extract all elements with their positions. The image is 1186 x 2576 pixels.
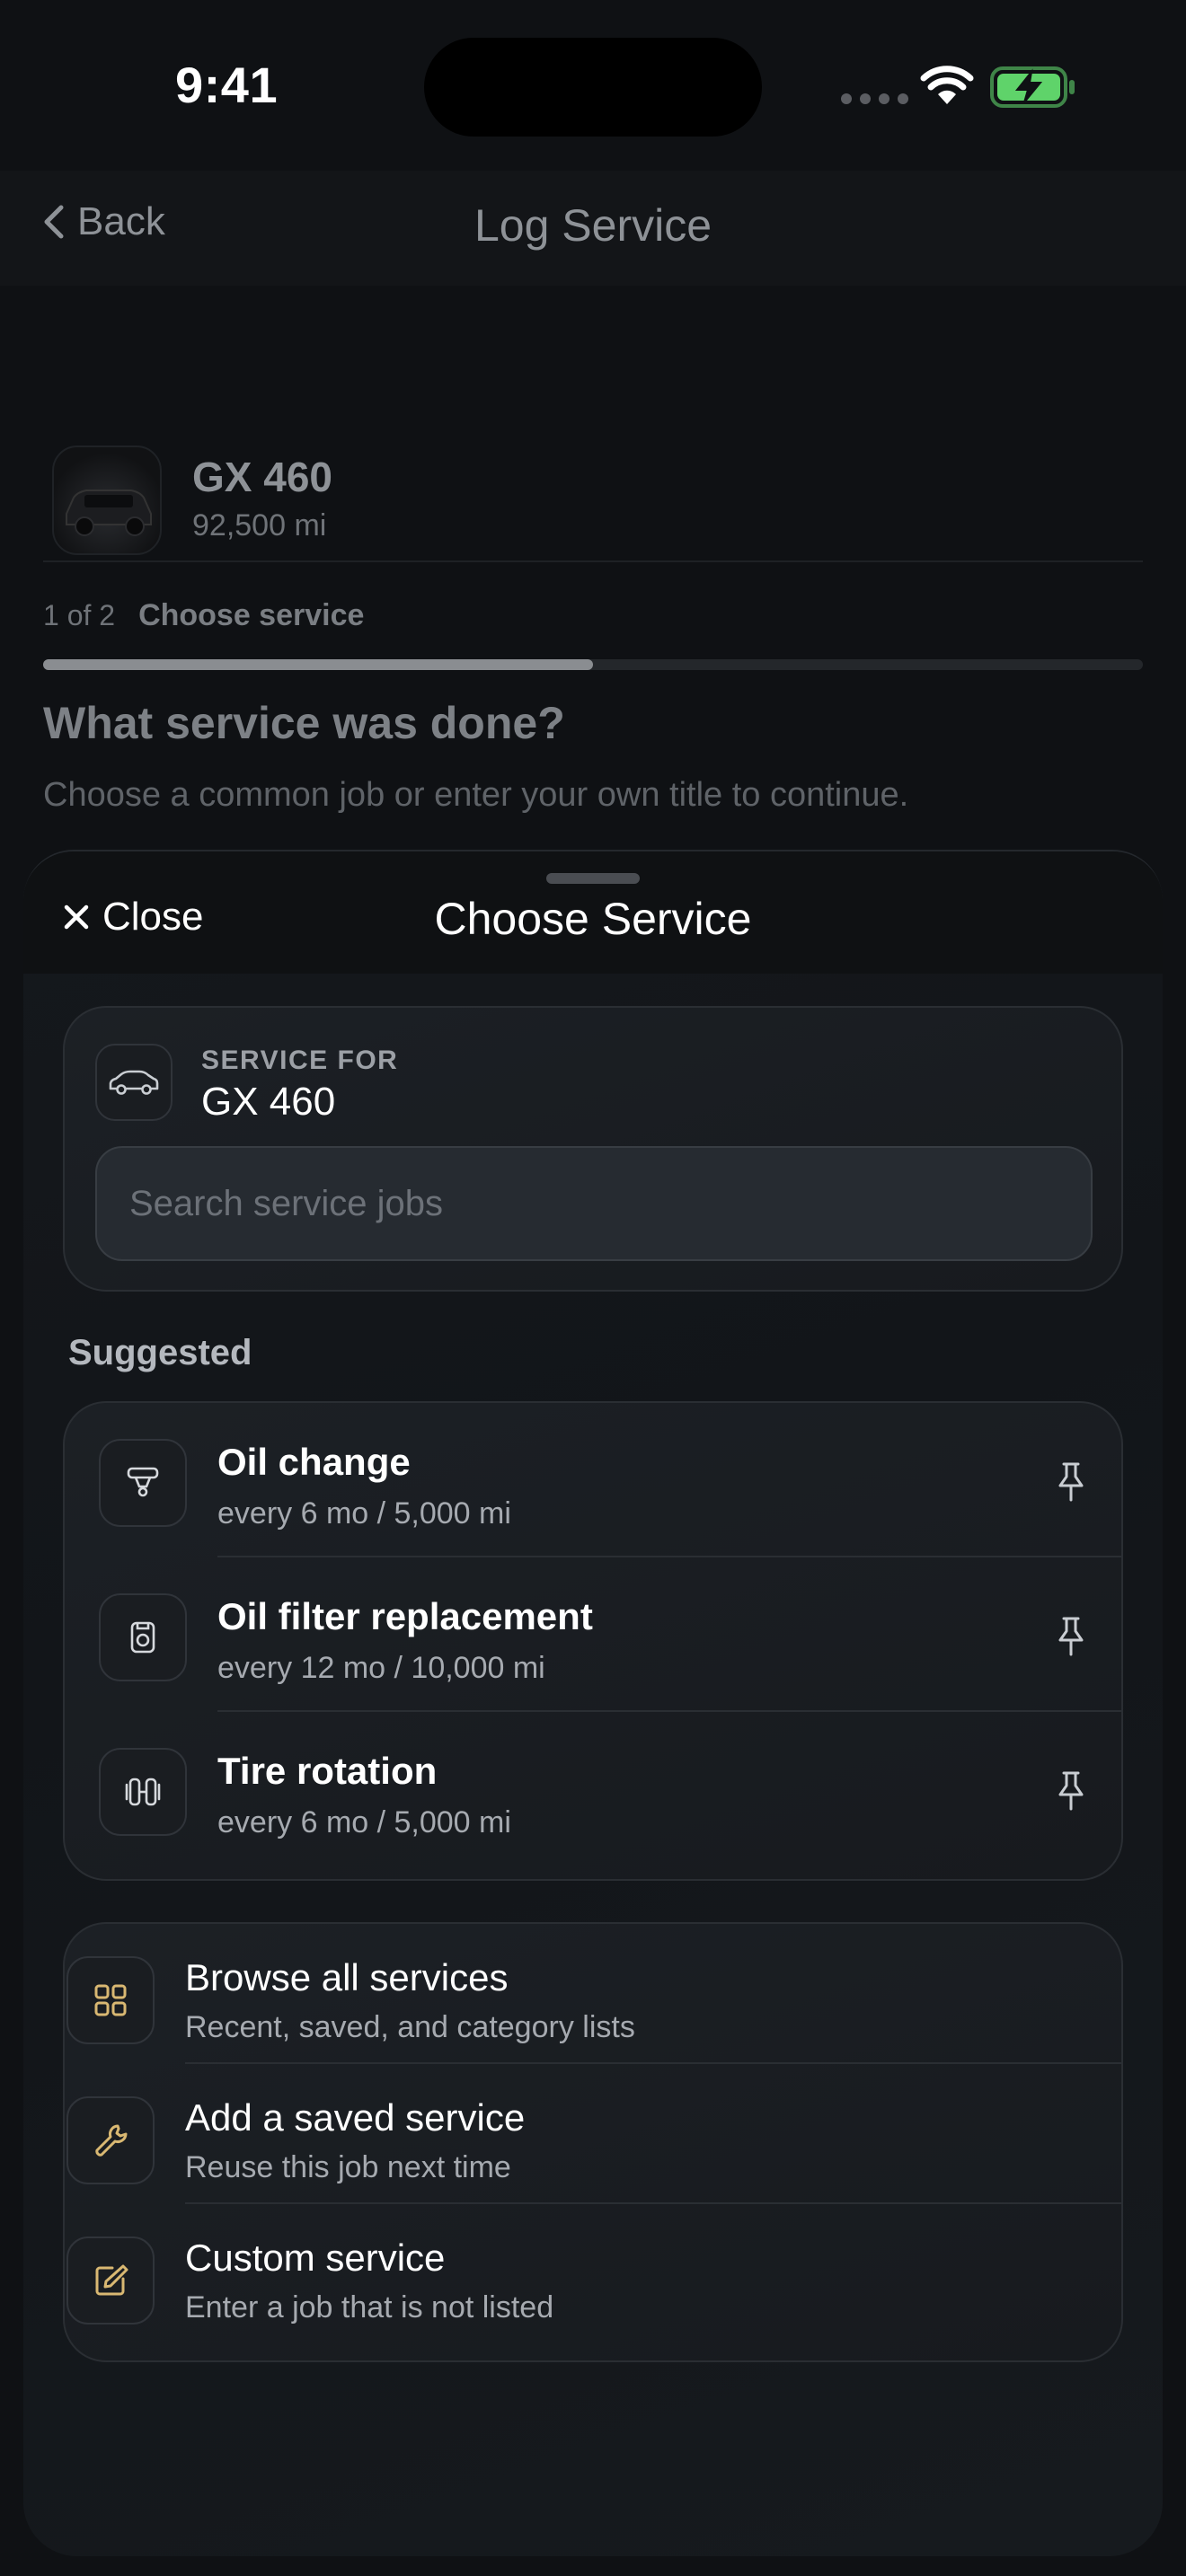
service-actions-list: Browse all services Recent, saved, and c…	[63, 1922, 1123, 2362]
step-indicator: 1 of 2 Choose service	[43, 598, 364, 633]
action-title: Browse all services	[185, 1956, 509, 1998]
action-title: Add a saved service	[185, 2096, 526, 2139]
step-label: Choose service	[138, 598, 365, 632]
pin-icon[interactable]	[1055, 1615, 1087, 1658]
oil-filter-icon	[99, 1593, 187, 1681]
list-item-interval: every 6 mo / 5,000 mi	[217, 1496, 511, 1531]
car-icon	[95, 1044, 173, 1121]
list-item-title: Tire rotation	[217, 1750, 438, 1792]
vehicle-name: GX 460	[192, 454, 332, 500]
grid-icon	[66, 1956, 155, 2044]
list-item-interval: every 12 mo / 10,000 mi	[217, 1651, 545, 1685]
suggested-list: Oil change every 6 mo / 5,000 mi Oil fil…	[63, 1401, 1123, 1881]
vehicle-photo	[52, 446, 162, 555]
dynamic-island	[424, 38, 762, 137]
suggested-heading: Suggested	[68, 1333, 252, 1372]
custom-service-button[interactable]: Custom service Enter a job that is not l…	[65, 2204, 1121, 2344]
browse-all-services-button[interactable]: Browse all services Recent, saved, and c…	[65, 1924, 1121, 2064]
oil-change-icon	[99, 1439, 187, 1527]
service-for-label: SERVICE FOR	[201, 1045, 399, 1075]
step-progress-fill	[43, 659, 593, 670]
tire-rotation-icon	[99, 1748, 187, 1836]
cellular-signal-icon	[841, 93, 908, 104]
nav-bar: Back Log Service	[0, 171, 1186, 286]
sheet-title: Choose Service	[434, 894, 752, 944]
pin-icon[interactable]	[1055, 1460, 1087, 1504]
add-saved-service-button[interactable]: Add a saved service Reuse this job next …	[65, 2064, 1121, 2204]
wrench-icon	[66, 2096, 155, 2184]
action-title: Custom service	[185, 2236, 446, 2279]
wifi-icon	[920, 66, 974, 104]
list-item-title: Oil filter replacement	[217, 1595, 593, 1637]
list-item-oil-filter[interactable]: Oil filter replacement every 12 mo / 10,…	[65, 1557, 1121, 1712]
service-for-card: SERVICE FOR GX 460	[63, 1006, 1123, 1292]
vehicle-summary: GX 460 92,500 mi	[43, 444, 1143, 562]
search-input[interactable]	[95, 1146, 1093, 1261]
vehicle-mileage: 92,500 mi	[192, 508, 327, 543]
question-title: What service was done?	[43, 698, 565, 748]
page-title: Log Service	[474, 200, 712, 251]
step-progress-bar	[43, 659, 1143, 670]
step-count: 1 of 2	[43, 599, 116, 631]
choose-service-sheet: Close Choose Service SERVICE FOR GX 460 …	[23, 850, 1163, 2556]
sheet-header: Close Choose Service	[23, 851, 1163, 974]
battery-charging-icon	[990, 66, 1075, 108]
list-item-interval: every 6 mo / 5,000 mi	[217, 1805, 511, 1839]
list-item-title: Oil change	[217, 1441, 411, 1483]
sheet-grabber[interactable]	[546, 873, 640, 884]
action-subtitle: Recent, saved, and category lists	[185, 2010, 635, 2044]
status-bar: 9:41	[0, 0, 1186, 171]
status-time: 9:41	[175, 57, 279, 113]
pin-icon[interactable]	[1055, 1769, 1087, 1813]
question-subtitle: Choose a common job or enter your own ti…	[43, 776, 909, 814]
action-subtitle: Reuse this job next time	[185, 2150, 511, 2184]
list-item-oil-change[interactable]: Oil change every 6 mo / 5,000 mi	[65, 1403, 1121, 1557]
edit-icon	[66, 2236, 155, 2325]
list-item-tire-rotation[interactable]: Tire rotation every 6 mo / 5,000 mi	[65, 1712, 1121, 1866]
action-subtitle: Enter a job that is not listed	[185, 2290, 554, 2325]
service-for-vehicle: GX 460	[201, 1080, 336, 1124]
